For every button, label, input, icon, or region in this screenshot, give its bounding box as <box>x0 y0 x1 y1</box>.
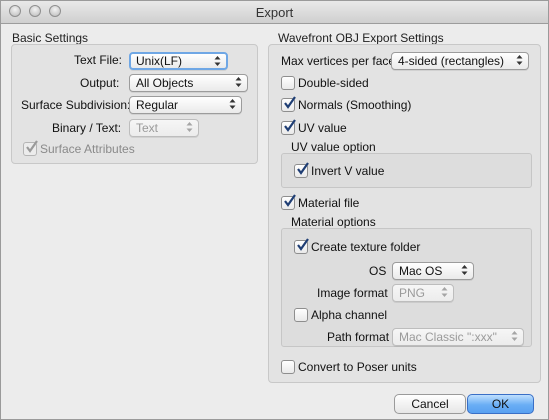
poser-units-checkbox[interactable] <box>281 360 295 374</box>
double-sided-label: Double-sided <box>298 76 369 90</box>
text-file-value: Unix(LF) <box>136 54 183 68</box>
checkmark-icon <box>26 140 38 153</box>
output-value: All Objects <box>136 76 194 90</box>
text-file-select[interactable]: Unix(LF) <box>129 52 228 70</box>
image-format-label: Image format <box>317 286 388 300</box>
image-format-select[interactable]: PNG <box>392 284 454 302</box>
material-file-label: Material file <box>298 196 360 210</box>
wavefront-settings-title: Wavefront OBJ Export Settings <box>278 31 444 45</box>
output-label: Output: <box>80 76 120 90</box>
checkmark-icon <box>284 96 296 109</box>
uv-option-panel: Invert V value <box>281 153 532 188</box>
popup-arrows-icon <box>229 98 236 112</box>
popup-arrows-icon <box>461 264 468 278</box>
surface-attributes-checkbox[interactable] <box>23 140 38 156</box>
binary-text-label: Binary / Text: <box>52 121 122 135</box>
double-sided-checkbox[interactable] <box>281 76 295 90</box>
path-format-value: Mac Classic ":xxx" <box>399 330 497 344</box>
popup-arrows-icon <box>441 286 448 300</box>
popup-arrows-icon <box>235 76 242 90</box>
checkmark-icon <box>297 238 309 251</box>
material-file-checkbox[interactable] <box>281 194 296 210</box>
popup-arrows-icon <box>186 121 193 135</box>
checkmark-icon <box>284 194 296 207</box>
os-select[interactable]: Mac OS <box>392 262 474 280</box>
invert-v-label: Invert V value <box>311 164 385 178</box>
output-select[interactable]: All Objects <box>129 74 248 92</box>
os-value: Mac OS <box>399 264 443 278</box>
max-vertices-select[interactable]: 4-sided (rectangles) <box>391 52 529 70</box>
create-texture-folder-checkbox[interactable] <box>294 238 309 254</box>
window-title: Export <box>255 5 294 20</box>
title-bar: Export <box>1 1 548 24</box>
surface-subdivision-label: Surface Subdivision: <box>21 98 131 112</box>
uv-value-label: UV value <box>298 121 347 135</box>
alpha-channel-label: Alpha channel <box>311 308 388 322</box>
path-format-select[interactable]: Mac Classic ":xxx" <box>392 328 524 346</box>
export-window: Export Basic Settings Text File: Unix(LF… <box>0 0 549 420</box>
uv-value-checkbox[interactable] <box>281 119 296 135</box>
surface-attributes-label: Surface Attributes <box>40 142 135 156</box>
binary-text-value: Text <box>136 121 159 135</box>
invert-v-checkbox[interactable] <box>294 162 309 178</box>
max-vertices-value: 4-sided (rectangles) <box>398 54 505 68</box>
popup-arrows-icon <box>516 54 523 68</box>
poser-units-label: Convert to Poser units <box>298 360 417 374</box>
normals-checkbox[interactable] <box>281 96 296 112</box>
image-format-value: PNG <box>399 286 426 300</box>
checkmark-icon <box>297 162 309 175</box>
os-label: OS <box>369 264 387 278</box>
wavefront-settings-panel: Max vertices per face 4-sided (rectangle… <box>268 44 541 383</box>
basic-settings-panel: Text File: Unix(LF) Output: All Objects … <box>11 44 258 164</box>
material-options-title: Material options <box>291 215 376 229</box>
text-file-label: Text File: <box>74 53 123 67</box>
max-vertices-label: Max vertices per face <box>281 54 396 68</box>
path-format-label: Path format <box>327 330 390 344</box>
create-texture-folder-label: Create texture folder <box>311 240 421 254</box>
cancel-button[interactable]: Cancel <box>394 394 466 414</box>
material-options-panel: Create texture folder OS Mac OS Image fo… <box>281 228 532 347</box>
ok-button[interactable]: OK <box>467 394 534 414</box>
surface-subdivision-select[interactable]: Regular <box>129 96 242 114</box>
normals-label: Normals (Smoothing) <box>298 98 412 112</box>
popup-arrows-icon <box>511 330 518 344</box>
binary-text-select[interactable]: Text <box>129 119 199 137</box>
uv-option-title: UV value option <box>291 140 376 154</box>
basic-settings-title: Basic Settings <box>12 31 89 45</box>
popup-arrows-icon <box>214 55 221 69</box>
alpha-channel-checkbox[interactable] <box>294 308 308 322</box>
checkmark-icon <box>284 119 296 132</box>
surface-subdivision-value: Regular <box>136 98 179 112</box>
